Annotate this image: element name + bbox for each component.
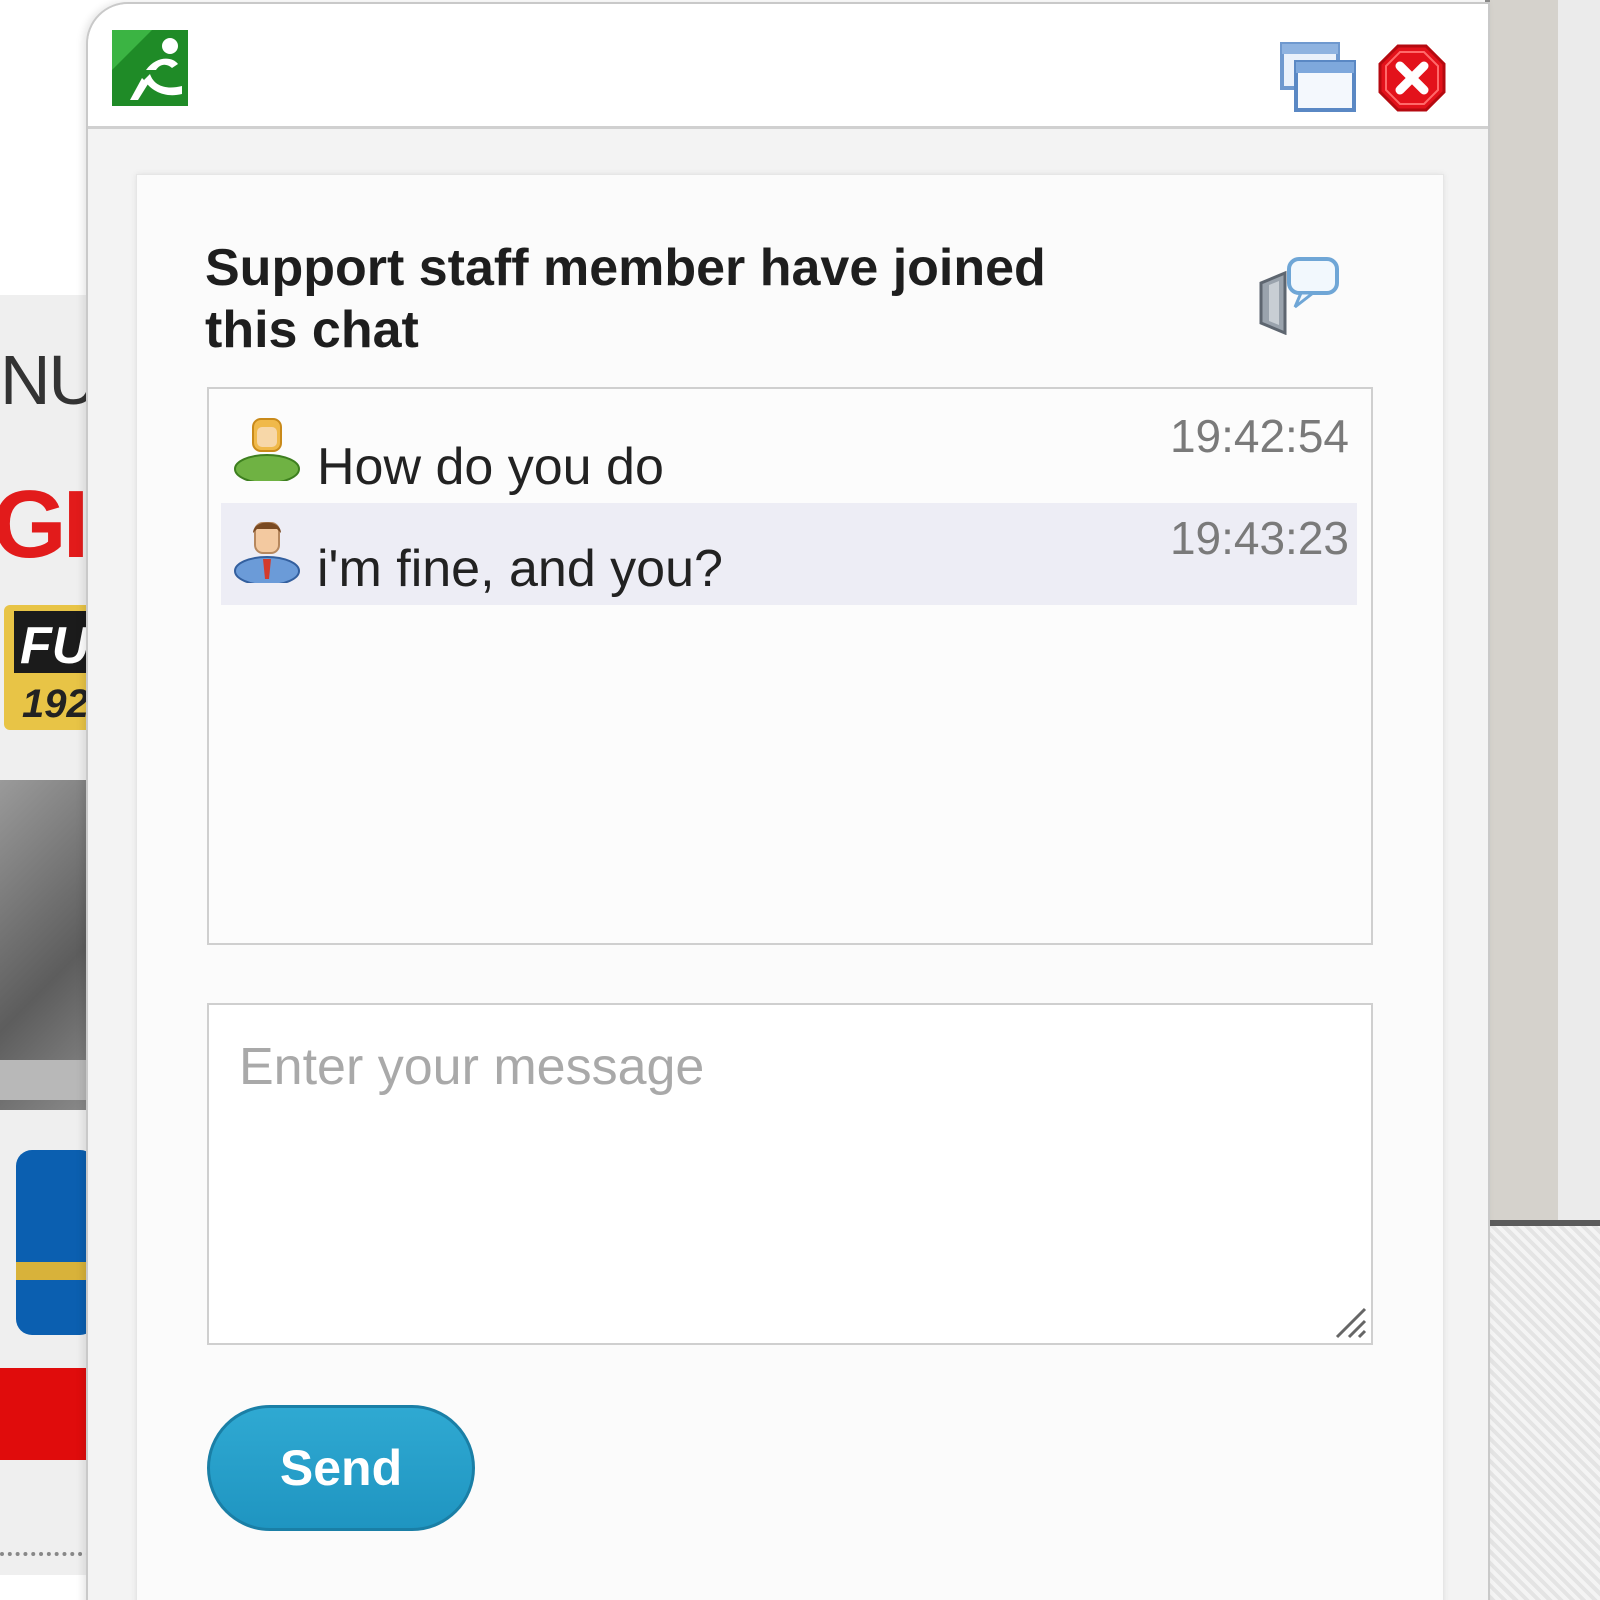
message-row: How do you do 19:42:54 [221, 401, 1357, 503]
background-dots [0, 1552, 90, 1566]
background-red-bar [0, 1368, 90, 1460]
message-input[interactable] [209, 1005, 1371, 1343]
chat-panel: Support staff member have joined this ch… [136, 174, 1444, 1600]
background-page: NU GIA FU 192 [0, 0, 90, 1600]
background-right-pattern [1485, 1220, 1600, 1600]
send-button[interactable]: Send [207, 1405, 475, 1531]
resize-grip-icon[interactable] [1331, 1303, 1367, 1339]
background-right-edge [1558, 0, 1600, 1225]
page: NU GIA FU 192 [0, 0, 1600, 1600]
user-avatar-icon [233, 413, 301, 484]
message-time: 19:43:23 [1169, 512, 1349, 564]
chat-status-title: Support staff member have joined this ch… [205, 239, 1046, 359]
background-laptop-edge [0, 1060, 90, 1100]
chat-window: Support staff member have joined this ch… [86, 2, 1490, 1600]
chat-titlebar[interactable] [88, 4, 1488, 129]
restore-window-icon[interactable] [1278, 40, 1358, 114]
operator-avatar-icon [233, 515, 301, 586]
background-text-nu: NU [0, 341, 90, 419]
background-intel-stripe [16, 1262, 90, 1280]
background-text-gia: GIA [0, 471, 90, 578]
message-text: How do you do [317, 438, 664, 496]
background-badge-text: FU [20, 617, 90, 675]
background-intel-badge [16, 1150, 90, 1335]
message-log[interactable]: How do you do 19:42:54 i'm fine, and you… [207, 387, 1373, 945]
message-row: i'm fine, and you? 19:43:23 [221, 503, 1357, 605]
chat-status-icon [1255, 255, 1341, 336]
message-input-box[interactable] [207, 1003, 1373, 1345]
close-icon[interactable] [1378, 44, 1446, 112]
background-badge-number: 192 [22, 682, 89, 726]
app-logo-icon [112, 30, 188, 106]
message-time: 19:42:54 [1169, 410, 1349, 462]
background-right-panel [1490, 0, 1558, 1225]
message-text: i'm fine, and you? [317, 540, 723, 598]
